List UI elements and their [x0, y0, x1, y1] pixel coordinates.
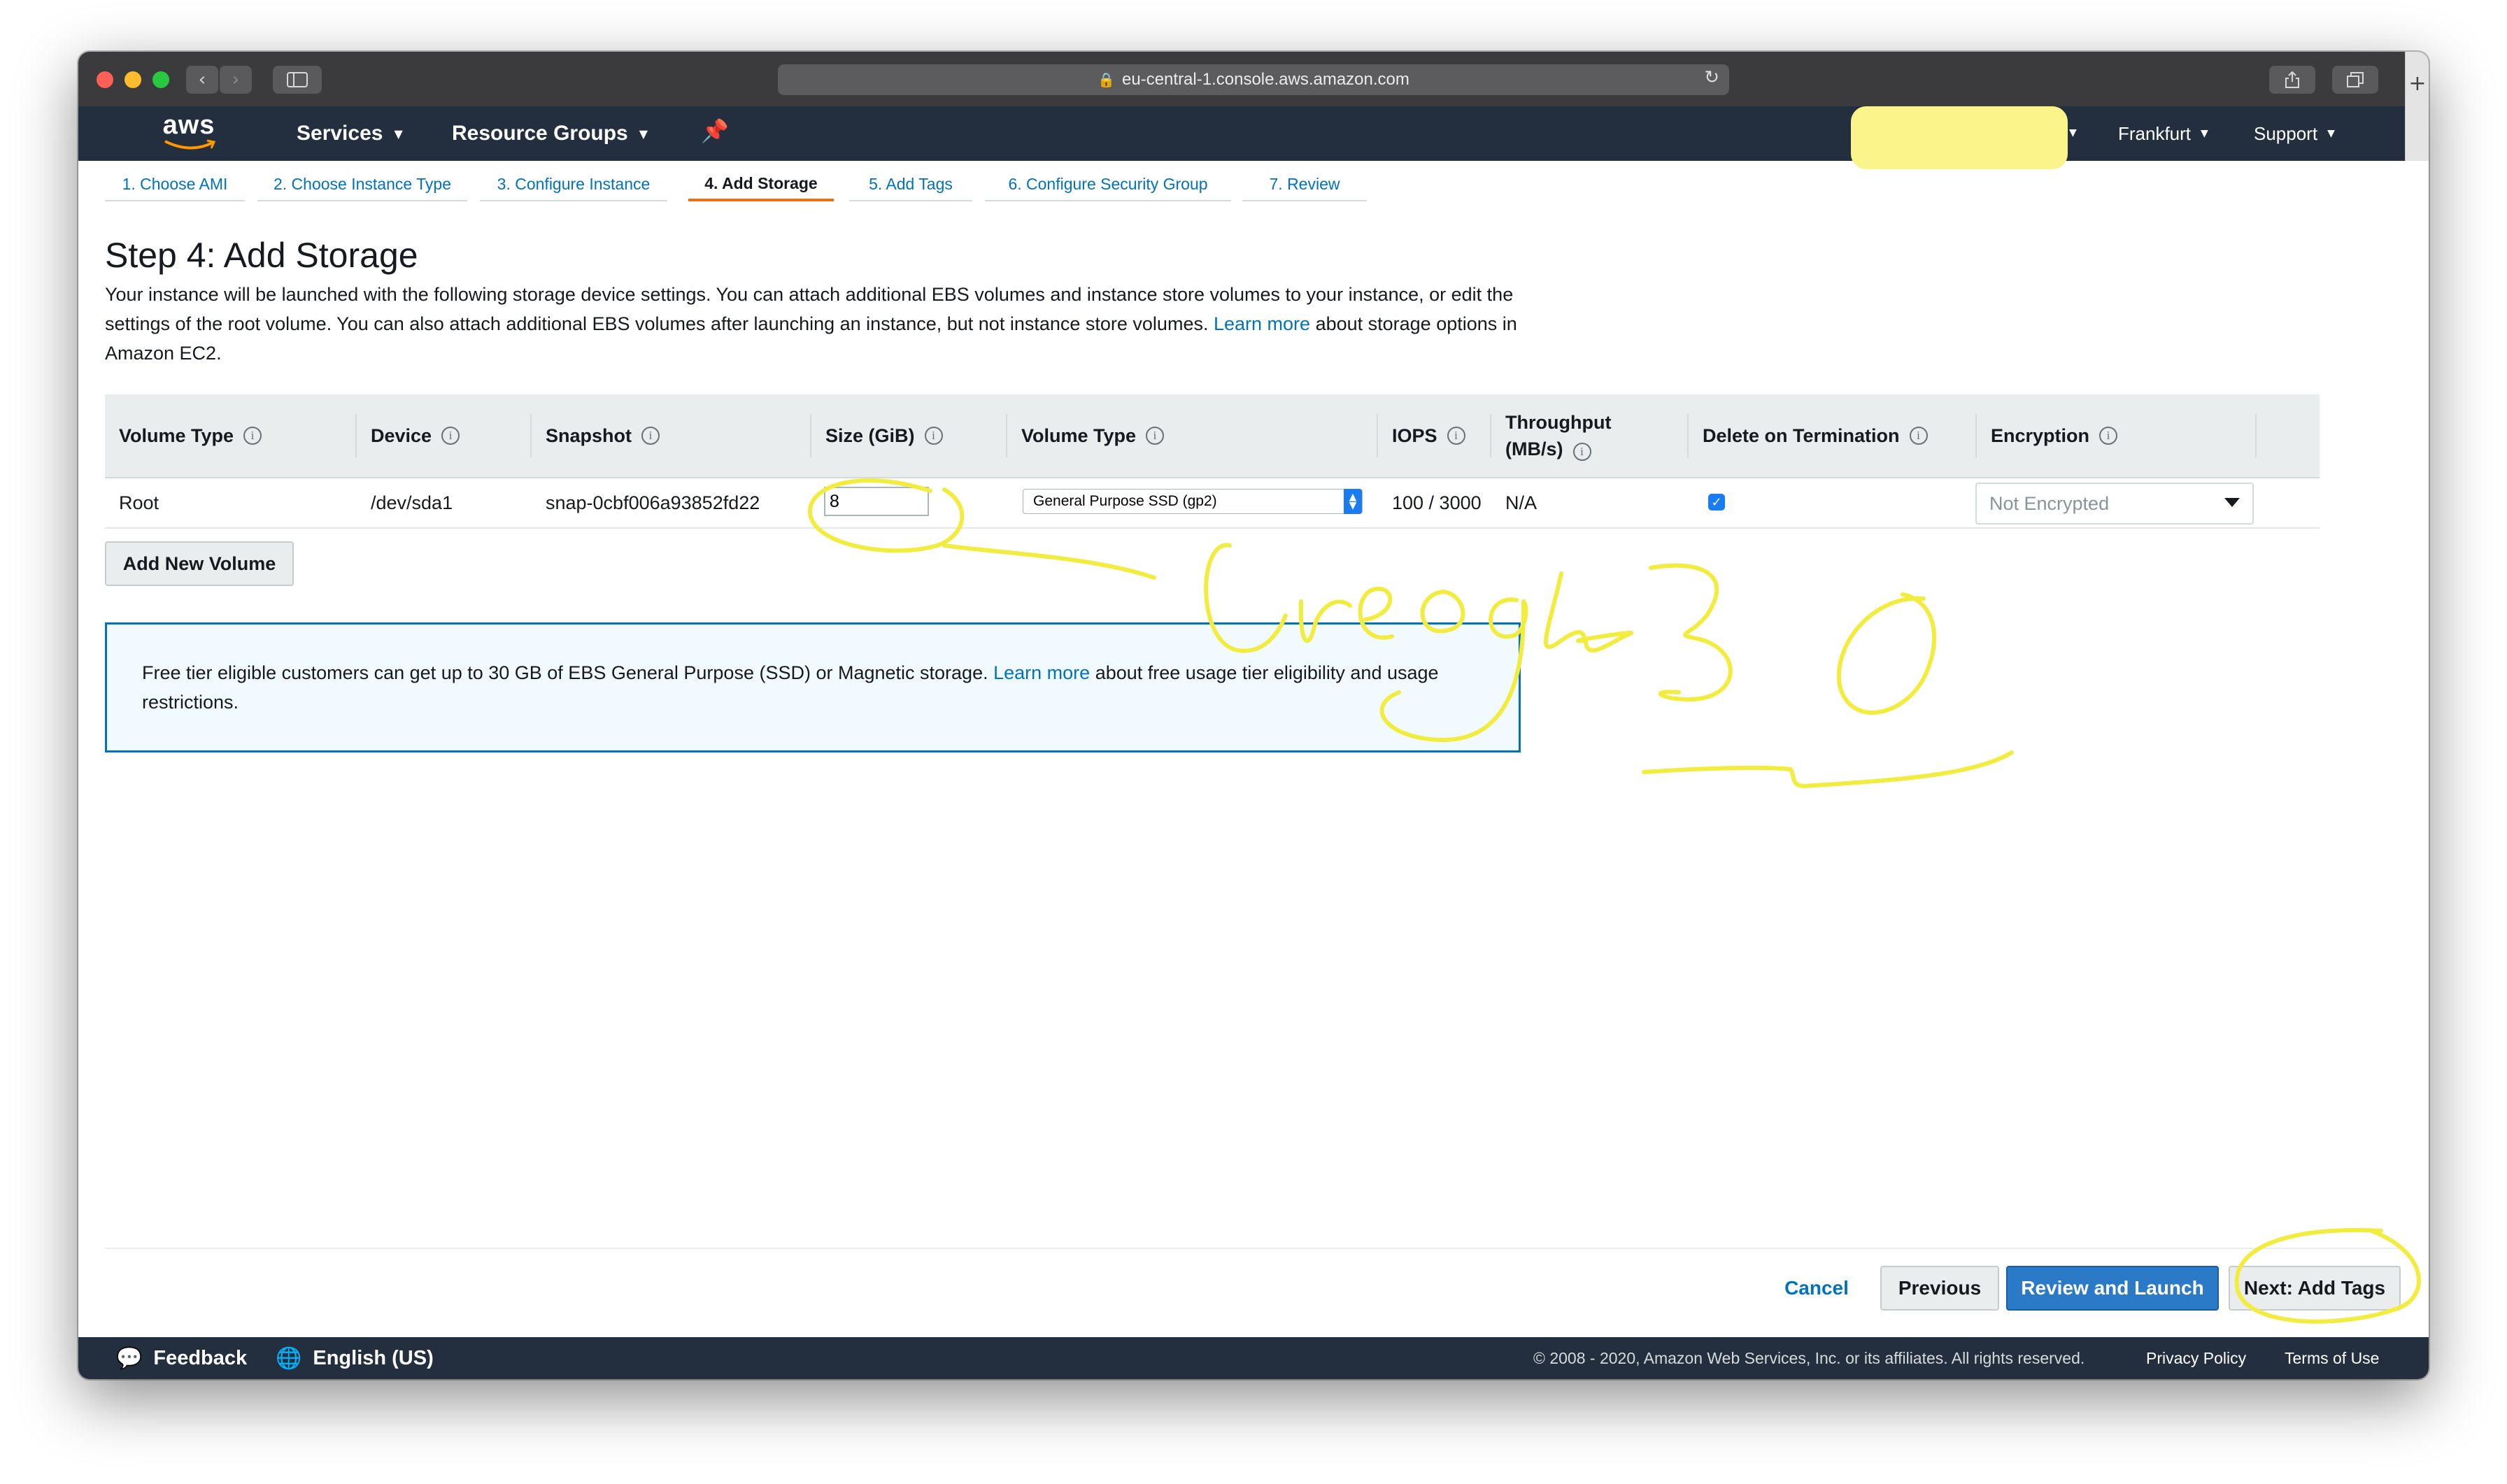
resource-groups-menu[interactable]: Resource Groups ▼ [452, 106, 648, 161]
tab-choose-instance-type[interactable]: 2. Choose Instance Type [257, 168, 467, 201]
delete-on-termination-checkbox[interactable]: ✓ [1708, 494, 1725, 511]
account-redaction[interactable] [1851, 106, 2068, 169]
chevron-left-icon[interactable]: ‹ [186, 66, 218, 94]
info-icon[interactable]: i [1146, 427, 1165, 445]
header-encryption: Encryption i [1991, 394, 2118, 477]
add-new-volume-button[interactable]: Add New Volume [105, 541, 294, 586]
terms-of-use-link[interactable]: Terms of Use [2285, 1337, 2379, 1379]
aws-logo[interactable]: aws [161, 110, 217, 152]
review-and-launch-button[interactable]: Review and Launch [2006, 1266, 2219, 1311]
tabs-overview-icon[interactable] [2332, 66, 2378, 94]
table-row: Root /dev/sda1 snap-0cbf006a93852fd22 8 … [105, 478, 2320, 529]
lock-icon: 🔒 [1098, 71, 1116, 88]
sidebar-toggle-icon[interactable] [273, 66, 322, 94]
learn-more-link[interactable]: Learn more [1214, 313, 1310, 334]
address-bar[interactable]: 🔒 eu-central-1.console.aws.amazon.com ↻ [778, 64, 1729, 95]
footer-divider [105, 1248, 2399, 1249]
tab-add-storage[interactable]: 4. Add Storage [688, 168, 834, 201]
tab-add-tags[interactable]: 5. Add Tags [849, 168, 972, 201]
table-header: Volume Type i Device i Snapshot i Size (GiB… [105, 394, 2320, 478]
console-footer: 💬 Feedback 🌐 English (US) © 2008 - 2020, A… [78, 1337, 2429, 1379]
cell-throughput: N/A [1505, 492, 1537, 513]
page-description: Your instance will be launched with the … [105, 284, 1517, 364]
tab-review[interactable]: 7. Review [1242, 168, 1367, 201]
header-volume-type-select: Volume Type i [1021, 394, 1165, 477]
caret-down-icon: ▼ [394, 127, 403, 141]
header-throughput: Throughput (MB/s) i [1505, 412, 1612, 461]
free-tier-notice: Free tier eligible customers can get up … [105, 622, 1521, 752]
copyright-text: © 2008 - 2020, Amazon Web Services, Inc.… [1533, 1348, 2085, 1367]
size-input[interactable]: 8 [824, 487, 929, 516]
aws-navbar: aws Services ▼ Resource Groups ▼ 📌 ▼ Frank… [78, 106, 2429, 169]
info-icon[interactable]: i [924, 427, 943, 445]
info-icon[interactable]: i [1909, 427, 1928, 445]
cell-device: /dev/sda1 [371, 492, 453, 513]
header-device: Device i [371, 394, 460, 477]
globe-icon: 🌐 [276, 1346, 302, 1371]
header-snapshot: Snapshot i [546, 394, 660, 477]
support-menu[interactable]: Support ▼ [2254, 106, 2335, 161]
select-arrows-icon: ▲ ▼ [1344, 489, 1362, 514]
privacy-policy-link[interactable]: Privacy Policy [2146, 1337, 2246, 1379]
speech-bubble-icon: 💬 [116, 1346, 143, 1371]
info-icon[interactable]: i [1447, 427, 1465, 445]
tab-choose-ami[interactable]: 1. Choose AMI [105, 168, 245, 201]
volume-type-select[interactable]: General Purpose SSD (gp2) ▲ ▼ [1023, 489, 1363, 514]
minimize-window-button[interactable] [125, 71, 141, 88]
share-icon[interactable] [2269, 66, 2315, 94]
language-selector[interactable]: 🌐 English (US) [276, 1337, 434, 1379]
tab-configure-security-group[interactable]: 6. Configure Security Group [985, 168, 1231, 201]
info-icon[interactable]: i [441, 427, 460, 445]
column-divider [355, 414, 357, 457]
column-divider [2255, 414, 2257, 457]
chevron-right-icon[interactable]: › [220, 66, 252, 94]
cancel-button[interactable]: Cancel [1778, 1266, 1855, 1311]
caret-down-icon: ▼ [2327, 128, 2335, 139]
reload-icon[interactable]: ↻ [1704, 67, 1719, 88]
header-iops: IOPS i [1392, 394, 1465, 477]
browser-window: ‹ › 🔒 eu-central-1.console.aws.amazon.co… [78, 52, 2429, 1379]
next-add-tags-button[interactable]: Next: Add Tags [2229, 1266, 2401, 1311]
column-divider [1687, 414, 1689, 457]
info-icon[interactable]: i [2099, 427, 2118, 445]
column-divider [1975, 414, 1977, 457]
column-divider [810, 414, 811, 457]
info-icon[interactable]: i [641, 427, 660, 445]
info-icon[interactable]: i [1572, 443, 1591, 461]
header-size: Size (GiB) i [825, 394, 943, 477]
column-divider [1490, 414, 1491, 457]
caret-down-icon: ▼ [639, 127, 648, 141]
storage-table: Volume Type i Device i Snapshot i Size (GiB… [105, 394, 2320, 529]
previous-button[interactable]: Previous [1880, 1266, 1999, 1311]
caret-down-icon: ▼ [2201, 128, 2208, 139]
region-menu[interactable]: Frankfurt ▼ [2118, 106, 2208, 161]
services-menu[interactable]: Services ▼ [297, 106, 403, 161]
cell-volume-type: Root [119, 492, 159, 513]
zoom-window-button[interactable] [152, 71, 169, 88]
header-delete-on-termination: Delete on Termination i [1703, 394, 1928, 477]
encryption-select[interactable]: Not Encrypted [1975, 483, 2254, 525]
feedback-link[interactable]: 💬 Feedback [116, 1337, 247, 1379]
info-icon[interactable]: i [243, 427, 262, 445]
column-divider [1006, 414, 1007, 457]
pin-icon[interactable]: 📌 [701, 117, 729, 144]
column-divider [530, 414, 532, 457]
column-divider [1377, 414, 1378, 457]
dropdown-arrow-icon [2224, 498, 2240, 507]
cell-snapshot: snap-0cbf006a93852fd22 [546, 492, 760, 513]
url-text: eu-central-1.console.aws.amazon.com [1122, 70, 1409, 89]
aws-smile-icon [164, 139, 216, 150]
cell-iops: 100 / 3000 [1392, 492, 1482, 513]
browser-titlebar: ‹ › 🔒 eu-central-1.console.aws.amazon.co… [78, 52, 2429, 106]
tab-configure-instance[interactable]: 3. Configure Instance [480, 168, 667, 201]
header-volume-type: Volume Type i [119, 394, 262, 477]
page-title: Step 4: Add Storage [105, 236, 418, 275]
caret-down-icon: ▼ [2069, 127, 2077, 138]
new-tab-button[interactable]: + [2405, 52, 2429, 161]
learn-more-link[interactable]: Learn more [993, 662, 1090, 683]
close-window-button[interactable] [97, 71, 113, 88]
